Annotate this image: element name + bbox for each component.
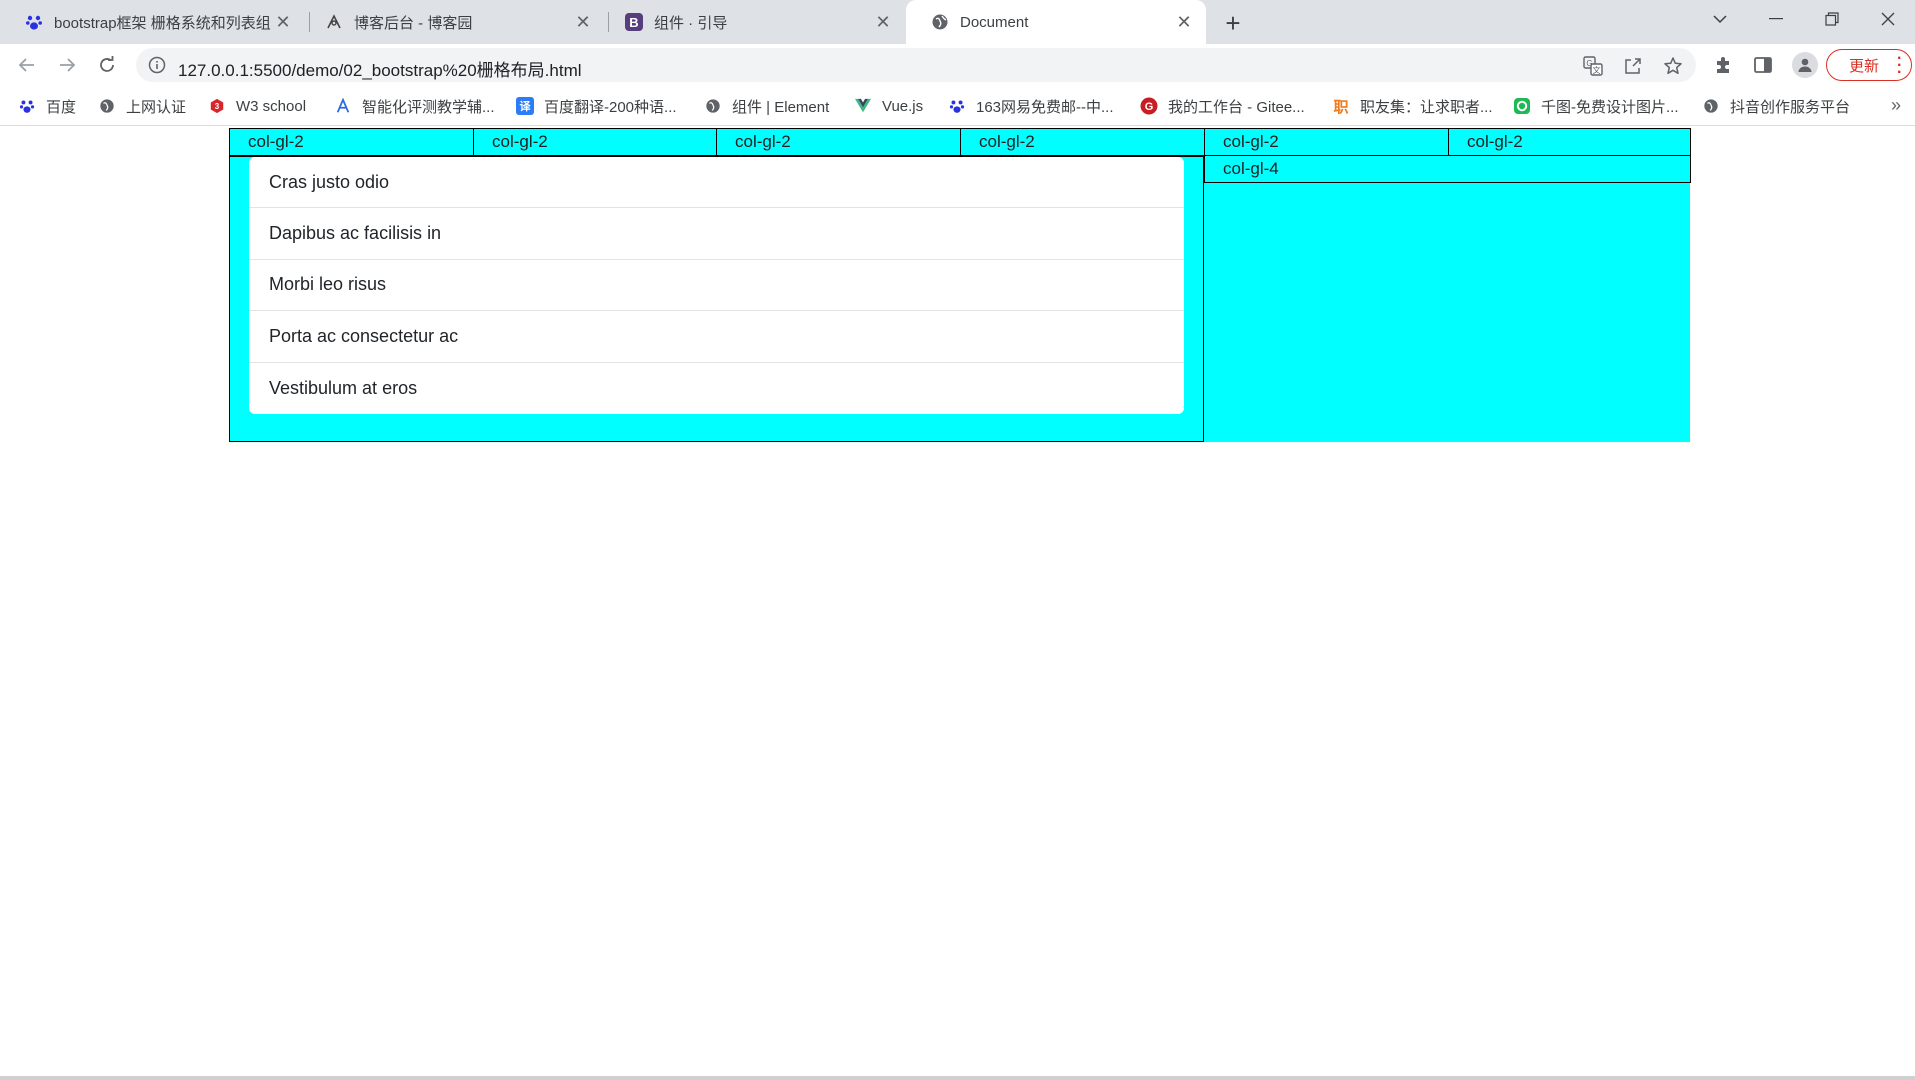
bookmark-zhiyouji[interactable]: 职 职友集：让求职者...: [1332, 95, 1493, 117]
qiantu-icon: [1513, 97, 1531, 115]
translate-icon: 译: [516, 97, 534, 115]
list-item: Porta ac consectetur ac: [249, 311, 1184, 363]
bookmark-star-icon[interactable]: [1662, 55, 1684, 77]
bookmark-label: W3 school: [236, 97, 307, 115]
tab-strip: bootstrap框架 栅格系统和列表组 ✕ 博客后台 - 博客园 ✕ B 组件…: [0, 0, 1915, 44]
bookmark-vuejs[interactable]: Vue.js: [854, 95, 923, 117]
tab-bootstrap-grid[interactable]: bootstrap框架 栅格系统和列表组 ✕: [0, 0, 305, 44]
list-item: Cras justo odio: [249, 157, 1184, 209]
reload-icon[interactable]: [92, 50, 122, 80]
bookmark-baidu[interactable]: 百度: [18, 95, 76, 117]
grid-col-gl-2: col-gl-2: [960, 128, 1205, 156]
bookmark-label: 千图-免费设计图片...: [1541, 98, 1679, 116]
extensions-puzzle-icon[interactable]: [1712, 54, 1734, 76]
tab-title: 博客后台 - 博客园: [354, 14, 473, 32]
grid-col-gl-2: col-gl-2: [229, 128, 474, 156]
grid-col-gl-4: col-gl-4: [1204, 155, 1691, 183]
tab-document[interactable]: Document ✕: [906, 0, 1206, 44]
profile-avatar-icon[interactable]: [1792, 52, 1818, 78]
bookmark-label: 抖音创作服务平台: [1730, 98, 1851, 116]
close-tab-icon[interactable]: ✕: [571, 10, 595, 34]
grid-col-gl-2: col-gl-2: [473, 128, 717, 156]
update-label: 更新: [1849, 57, 1880, 75]
forward-arrow-icon[interactable]: [52, 50, 82, 80]
grid-right-column-fill: [1204, 156, 1690, 442]
assessment-icon: [334, 97, 352, 115]
bookmarks-overflow-icon[interactable]: »: [1891, 95, 1901, 116]
bookmark-label: 百度: [46, 98, 77, 116]
bookmark-network-auth[interactable]: 上网认证: [98, 95, 186, 117]
tab-title: bootstrap框架 栅格系统和列表组: [54, 14, 271, 32]
grid-col-gl-2: col-gl-2: [1204, 128, 1449, 156]
site-info-icon[interactable]: [148, 56, 166, 74]
baidu-paw-icon: [948, 97, 966, 115]
globe-icon: [704, 97, 722, 115]
share-icon[interactable]: [1622, 55, 1644, 77]
close-window-button[interactable]: [1860, 0, 1915, 38]
baidu-paw-icon: [18, 97, 36, 115]
bookmark-assessment[interactable]: 智能化评测教学辅...: [334, 95, 495, 117]
update-button[interactable]: 更新 · · ·: [1826, 49, 1912, 81]
tab-title: 组件 · 引导: [654, 14, 728, 32]
bookmark-douyin[interactable]: 抖音创作服务平台: [1702, 95, 1850, 117]
list-group: Cras justo odio Dapibus ac facilisis in …: [249, 157, 1184, 414]
side-panel-icon[interactable]: [1752, 54, 1774, 76]
globe-icon: [98, 97, 116, 115]
close-tab-icon[interactable]: ✕: [271, 10, 295, 34]
svg-text:G: G: [1145, 101, 1154, 113]
bookmark-label: 163网易免费邮--中...: [976, 98, 1114, 116]
tab-cnblogs[interactable]: 博客后台 - 博客园 ✕: [300, 0, 605, 44]
bookmark-label: 我的工作台 - Gitee...: [1168, 98, 1305, 116]
new-tab-button[interactable]: +: [1218, 8, 1248, 38]
globe-icon: [930, 12, 950, 32]
gitee-icon: G: [1140, 97, 1158, 115]
bookmark-w3school[interactable]: 3 W3 school: [208, 95, 306, 117]
bookmark-gitee[interactable]: G 我的工作台 - Gitee...: [1140, 95, 1305, 117]
list-item: Morbi leo risus: [249, 260, 1184, 312]
close-tab-icon[interactable]: ✕: [1172, 10, 1196, 34]
bookmark-label: 职友集：让求职者...: [1360, 98, 1493, 116]
svg-text:3: 3: [215, 102, 220, 111]
grid-col-gl-2: col-gl-2: [1448, 128, 1691, 156]
restore-button[interactable]: [1804, 0, 1860, 38]
bookmark-label: 上网认证: [126, 98, 187, 116]
bookmark-label: 组件 | Element: [732, 98, 830, 116]
grid-col-gl-2: col-gl-2: [716, 128, 961, 156]
bookmark-label: Vue.js: [882, 97, 924, 115]
baidu-paw-icon: [24, 12, 44, 32]
bookmark-163-mail[interactable]: 163网易免费邮--中...: [948, 95, 1114, 117]
page-content: col-gl-2 col-gl-2 col-gl-2 col-gl-2 col-…: [0, 127, 1915, 1074]
list-item: Vestibulum at eros: [269, 377, 418, 398]
w3school-icon: 3: [208, 97, 226, 115]
vue-icon: [854, 97, 872, 115]
translate-icon[interactable]: G文: [1582, 55, 1604, 77]
back-arrow-icon[interactable]: [12, 50, 42, 80]
zhiyouji-icon: 职: [1333, 98, 1349, 116]
globe-icon: [1702, 97, 1720, 115]
list-item: Dapibus ac facilisis in: [249, 208, 1184, 260]
close-tab-icon[interactable]: ✕: [871, 10, 895, 34]
cnblogs-icon: [324, 12, 344, 32]
bookmark-qiantu[interactable]: 千图-免费设计图片...: [1513, 95, 1679, 117]
window-bottom-edge: [0, 1076, 1915, 1080]
address-bar[interactable]: 127.0.0.1:5500/demo/02_bootstrap%20栅格布局.…: [136, 48, 1696, 82]
url-text[interactable]: 127.0.0.1:5500/demo/02_bootstrap%20栅格布局.…: [178, 56, 582, 81]
bookmark-element[interactable]: 组件 | Element: [704, 95, 829, 117]
browser-toolbar: 127.0.0.1:5500/demo/02_bootstrap%20栅格布局.…: [0, 44, 1915, 86]
tab-search-chevron-icon[interactable]: [1692, 0, 1748, 38]
bookmark-baidu-translate[interactable]: 译 百度翻译-200种语...: [516, 95, 677, 117]
bookmark-label: 百度翻译-200种语...: [544, 98, 677, 116]
bootstrap-icon: B: [624, 12, 644, 32]
tab-title: Document: [960, 13, 1029, 31]
bookmark-label: 智能化评测教学辅...: [362, 98, 495, 116]
menu-kebab-icon: · · ·: [1897, 50, 1903, 81]
svg-text:文: 文: [1593, 65, 1601, 75]
minimize-button[interactable]: [1748, 0, 1804, 38]
tab-bootstrap-components[interactable]: B 组件 · 引导 ✕: [600, 0, 905, 44]
svg-text:B: B: [629, 15, 638, 30]
bookmarks-bar: 百度 上网认证 3 W3 school 智能化评测教学辅... 译 百度翻译-2…: [0, 86, 1915, 126]
